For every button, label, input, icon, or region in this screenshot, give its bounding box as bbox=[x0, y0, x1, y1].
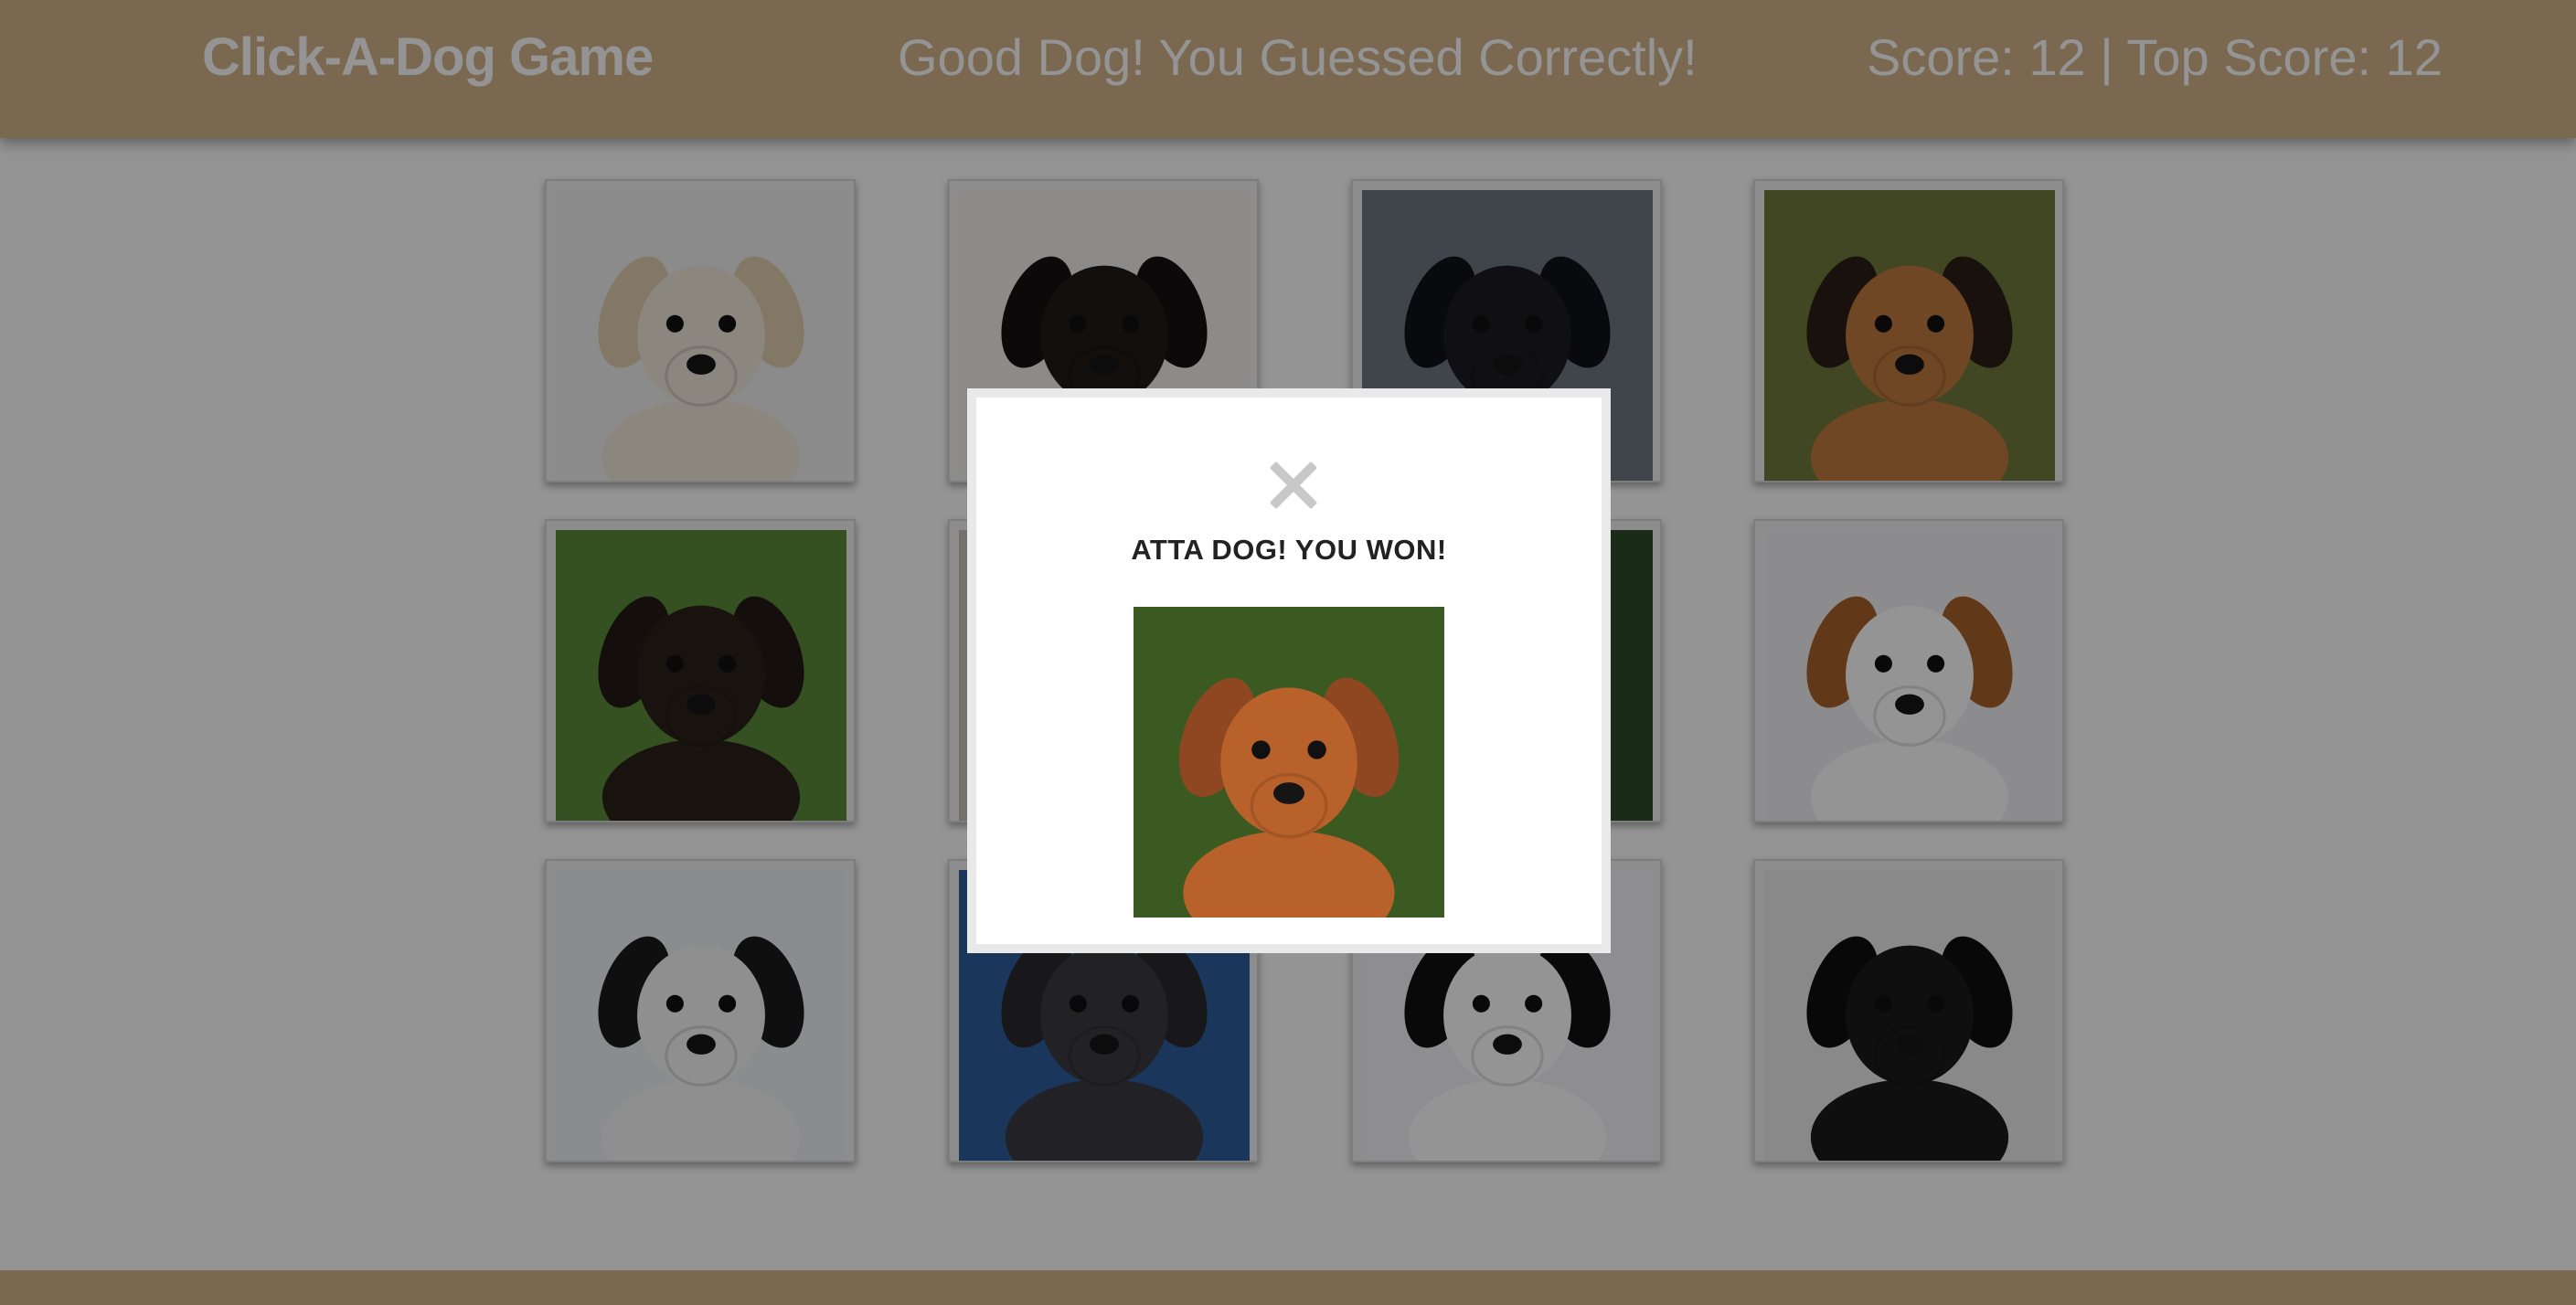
modal-title: ATTA DOG! YOU WON! bbox=[1131, 534, 1447, 566]
happy-dog-image bbox=[1134, 607, 1444, 918]
win-modal: ATTA DOG! YOU WON! bbox=[967, 388, 1611, 953]
close-icon[interactable] bbox=[1267, 460, 1318, 511]
